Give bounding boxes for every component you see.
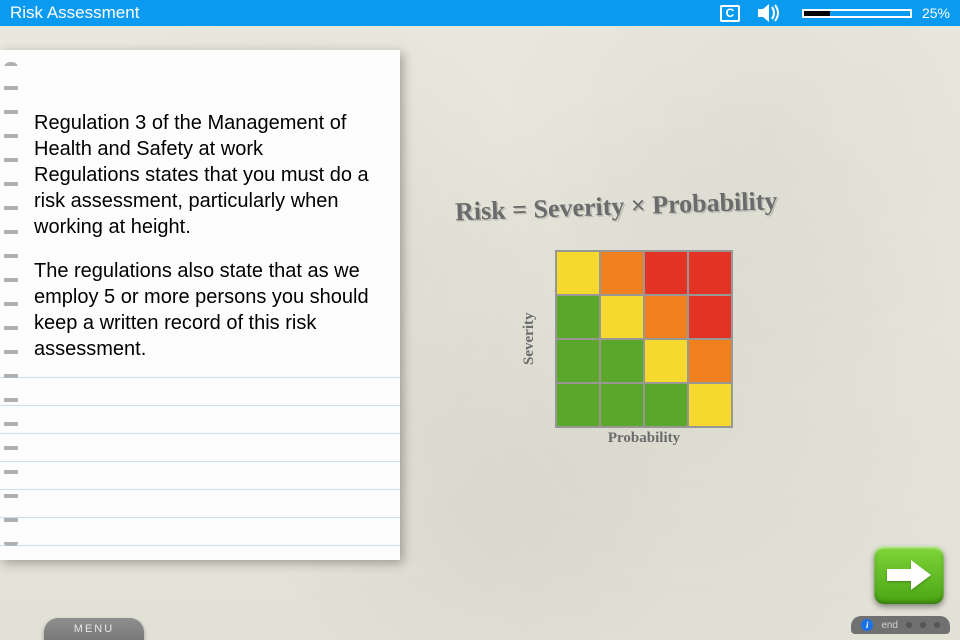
y-axis-label: Severity bbox=[521, 250, 538, 428]
matrix-cell bbox=[601, 384, 643, 426]
x-axis-label: Probability bbox=[555, 430, 733, 447]
matrix-cell bbox=[601, 252, 643, 294]
pagination-dot[interactable] bbox=[934, 622, 940, 628]
info-icon[interactable]: i bbox=[861, 619, 873, 631]
matrix-cell bbox=[645, 340, 687, 382]
progress-label: 25% bbox=[922, 5, 950, 21]
matrix-cell bbox=[645, 252, 687, 294]
volume-button[interactable] bbox=[758, 4, 784, 22]
refresh-icon: C bbox=[720, 5, 740, 22]
risk-matrix: Severity Probability bbox=[555, 250, 733, 428]
matrix-cell bbox=[557, 252, 599, 294]
matrix-cell bbox=[689, 384, 731, 426]
matrix-cell bbox=[557, 340, 599, 382]
progress-indicator: 25% bbox=[802, 5, 950, 21]
notepad: Regulation 3 of the Management of Health… bbox=[0, 50, 400, 560]
progress-fill bbox=[804, 11, 831, 16]
matrix-cell bbox=[557, 296, 599, 338]
progress-bar bbox=[802, 9, 912, 18]
matrix-cell bbox=[689, 296, 731, 338]
arrow-right-icon bbox=[887, 560, 931, 590]
header-bar: Risk Assessment C 25% bbox=[0, 0, 960, 26]
notepad-paragraph-2: The regulations also state that as we em… bbox=[34, 258, 374, 362]
page-title: Risk Assessment bbox=[10, 3, 139, 23]
speaker-icon bbox=[758, 4, 784, 22]
matrix-cell bbox=[689, 252, 731, 294]
risk-matrix-grid bbox=[555, 250, 733, 428]
pagination-dot[interactable] bbox=[906, 622, 912, 628]
next-button[interactable] bbox=[874, 546, 944, 604]
refresh-button[interactable]: C bbox=[720, 5, 740, 22]
matrix-cell bbox=[601, 340, 643, 382]
end-label[interactable]: end bbox=[881, 620, 898, 631]
notepad-ruling bbox=[0, 350, 400, 560]
matrix-cell bbox=[645, 384, 687, 426]
matrix-cell bbox=[601, 296, 643, 338]
pagination-dot[interactable] bbox=[920, 622, 926, 628]
menu-tab[interactable]: MENU bbox=[44, 618, 144, 640]
matrix-cell bbox=[645, 296, 687, 338]
menu-label: MENU bbox=[74, 623, 114, 635]
matrix-cell bbox=[557, 384, 599, 426]
notepad-paragraph-1: Regulation 3 of the Management of Health… bbox=[34, 110, 374, 240]
matrix-cell bbox=[689, 340, 731, 382]
footer-strip: i end bbox=[851, 616, 950, 634]
